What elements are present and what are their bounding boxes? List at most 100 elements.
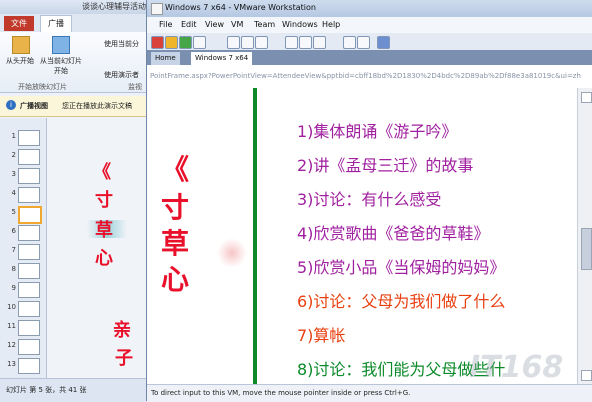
use-current-option[interactable]: 使用当前分 — [104, 39, 139, 49]
use-presenter-option[interactable]: 使用演示者 — [104, 70, 139, 80]
vm-tabs: Home Windows 7 x64 — [147, 50, 592, 65]
menu-windows[interactable]: Windows — [282, 20, 318, 29]
info-bar: i 广播视图 您正在播放此演示文稿 — [0, 96, 150, 117]
suspend-icon[interactable] — [165, 36, 178, 49]
vm-slide-title-char: 《 — [161, 153, 190, 186]
vm-titlebar: Windows 7 x64 - VMware Workstation — [147, 0, 592, 17]
vm-toolbar — [147, 33, 592, 51]
slide-agenda-item: 6)讨论：父母为我们做了什么 — [297, 292, 506, 311]
slide-thumbnail[interactable] — [18, 282, 40, 298]
thumbnail-number: 1 — [11, 132, 16, 140]
vm-status-bar: To direct input to this VM, move the mou… — [147, 384, 592, 402]
menu-file[interactable]: File — [159, 20, 172, 29]
slide-title-char: 心 — [95, 248, 113, 269]
monitor-label: 监视 — [128, 83, 142, 91]
thumbnail-number: 6 — [11, 227, 16, 235]
slide-gem-decoration — [210, 231, 254, 275]
unity-icon[interactable] — [313, 36, 326, 49]
slide-title-char: 草 — [95, 220, 113, 241]
slide-counter: 幻灯片 第 5 张，共 41 张 — [6, 386, 87, 394]
from-current-icon[interactable] — [52, 36, 70, 54]
slide-thumbnail[interactable] — [18, 358, 40, 374]
snapshot-manager-icon[interactable] — [255, 36, 268, 49]
group-label: 开始放映幻灯片 — [18, 83, 67, 91]
vm-menubar: File Edit View VM Team Windows Help — [147, 17, 592, 33]
vm-slide-content[interactable]: 《寸草心 1)集体朗诵《游子吟》 2)讲《孟母三迁》的故事 3)讨论：有什么感受 4)欣… — [147, 88, 577, 384]
slide-agenda-item: 2)讲《孟母三迁》的故事 — [297, 156, 474, 175]
file-tab[interactable]: 文件 — [4, 16, 34, 31]
console-icon[interactable] — [357, 36, 370, 49]
start-label: 开始 — [54, 67, 68, 75]
slide-thumbnail[interactable] — [18, 301, 40, 317]
info-icon: i — [6, 100, 16, 110]
view-icon[interactable] — [343, 36, 356, 49]
snapshot-icon[interactable] — [227, 36, 240, 49]
menu-help[interactable]: Help — [322, 20, 340, 29]
thumbnail-number: 10 — [7, 303, 16, 311]
slide-thumbnail[interactable] — [18, 225, 40, 241]
slide-title-char: 子 — [115, 348, 133, 369]
tab-home[interactable]: Home — [151, 52, 180, 65]
menu-view[interactable]: View — [205, 20, 224, 29]
address-text: PointFrame.aspx?PowerPointView=AttendeeV… — [150, 72, 581, 80]
slide-thumbnail[interactable] — [18, 263, 40, 279]
vm-title: Windows 7 x64 - VMware Workstation — [165, 3, 316, 12]
vertical-scrollbar[interactable] — [577, 88, 592, 384]
vm-slide-title-char: 心 — [161, 263, 190, 296]
vm-slide-title-char: 草 — [161, 227, 190, 260]
thumbnail-number: 9 — [11, 284, 16, 292]
revert-snapshot-icon[interactable] — [241, 36, 254, 49]
slide-agenda-item: 5)欣赏小品《当保姆的妈妈》 — [297, 258, 506, 277]
slide-title-char: 亲 — [113, 320, 131, 341]
broadcast-tab[interactable]: 广播 — [40, 15, 72, 32]
from-start-button[interactable]: 从头开始 — [6, 56, 34, 66]
tab-vm[interactable]: Windows 7 x64 — [191, 52, 253, 65]
address-bar[interactable]: PointFrame.aspx?PowerPointView=AttendeeV… — [147, 65, 592, 89]
slide-thumbnail[interactable] — [18, 168, 40, 184]
slide-thumbnail[interactable] — [18, 320, 40, 336]
from-current-button[interactable]: 从当前幻灯片 — [40, 56, 82, 66]
slide-thumbnails: 1 2 3 4 5 6 7 8 9 10 11 12 13 — [0, 118, 47, 378]
thumbnail-number: 8 — [11, 265, 16, 273]
from-start-icon[interactable] — [12, 36, 30, 54]
slide-thumbnail[interactable] — [18, 339, 40, 355]
info-text: 您正在播放此演示文稿 — [62, 102, 132, 110]
thumbnail-number: 13 — [7, 360, 16, 368]
thumbnail-number: 4 — [11, 189, 16, 197]
watermark: IT168 — [469, 350, 564, 385]
menu-edit[interactable]: Edit — [181, 20, 197, 29]
scroll-down-arrow-icon[interactable] — [581, 370, 592, 381]
slide-thumbnail[interactable] — [18, 206, 42, 224]
quick-switch-icon[interactable] — [285, 36, 298, 49]
thumbnail-number: 12 — [7, 341, 16, 349]
slide-agenda-item: 4)欣赏歌曲《爸爸的草鞋》 — [297, 224, 490, 243]
menu-team[interactable]: Team — [254, 20, 275, 29]
menu-vm[interactable]: VM — [231, 20, 243, 29]
power-off-icon[interactable] — [151, 36, 164, 49]
slide-thumbnail[interactable] — [18, 187, 40, 203]
thumbnail-number: 3 — [11, 170, 16, 178]
vm-status-text: To direct input to this VM, move the mou… — [151, 389, 411, 397]
slide-canvas: 《寸草心亲子 — [47, 118, 150, 378]
scroll-thumb[interactable] — [581, 228, 592, 270]
slide-title-char: 《 — [93, 162, 111, 183]
power-on-icon[interactable] — [179, 36, 192, 49]
thumbnail-number: 5 — [11, 208, 16, 216]
slide-title-char: 寸 — [95, 190, 113, 211]
thumbnail-number: 7 — [11, 246, 16, 254]
vmware-window: Windows 7 x64 - VMware Workstation File E… — [146, 0, 592, 402]
slide-thumbnail[interactable] — [18, 149, 40, 165]
scroll-up-arrow-icon[interactable] — [581, 92, 592, 103]
slide-divider-line — [253, 88, 257, 384]
slide-agenda-item: 1)集体朗诵《游子吟》 — [297, 122, 458, 141]
fullscreen-icon[interactable] — [299, 36, 312, 49]
reset-icon[interactable] — [193, 36, 206, 49]
slide-thumbnail[interactable] — [18, 244, 40, 260]
slide-thumbnail[interactable] — [18, 130, 40, 146]
thumbnail-number: 11 — [7, 322, 16, 330]
info-label: 广播视图 — [20, 102, 48, 110]
thumbnail-number: 2 — [11, 151, 16, 159]
summary-icon[interactable] — [377, 36, 390, 49]
ppt-status-bar: 幻灯片 第 5 张，共 41 张 — [0, 378, 150, 402]
ppt-ribbon: 从头开始 从当前幻灯片 开始 使用当前分 使用演示者 开始放映幻灯片 监视 — [0, 32, 150, 93]
